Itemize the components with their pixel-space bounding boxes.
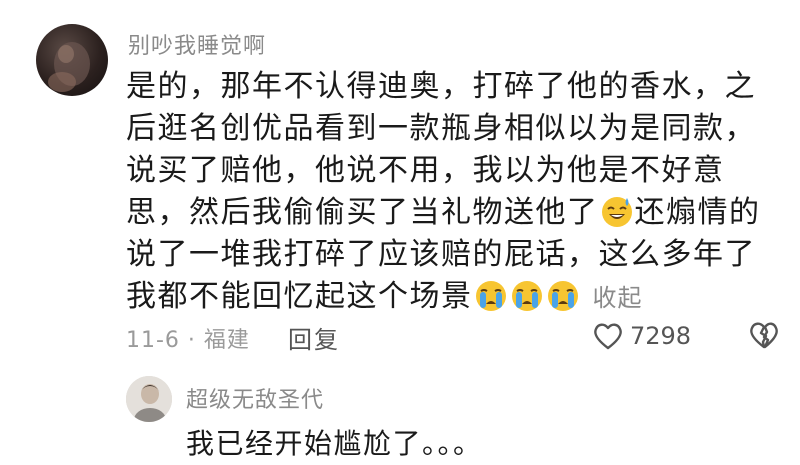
dislike-button[interactable]	[748, 320, 780, 350]
heart-outline-icon	[594, 323, 622, 350]
comment-line-text: 思，然后我偷偷买了当礼物送他了	[126, 195, 599, 230]
comment-line-with-emoji: 我都不能回忆起这个场景 收起	[126, 276, 776, 319]
reply-button[interactable]: 回复	[288, 320, 340, 355]
comment-line: 说买了赔他，他说不用，我以为他是不好意	[126, 153, 725, 188]
comment-line: 说了一堆我打碎了应该赔的屁话，这么多年了	[126, 237, 756, 272]
user-avatar-image	[126, 376, 172, 422]
avatar[interactable]	[126, 376, 172, 422]
comment-body: 是的，那年不认得迪奥，打碎了他的香水，之 后逛名创优品看到一款瓶身相似以为是同款…	[126, 66, 776, 319]
collapse-button[interactable]: 收起	[593, 284, 643, 312]
comment-line-text: 我都不能回忆起这个场景	[126, 279, 473, 314]
user-avatar-image	[48, 42, 90, 92]
comment-line-with-emoji: 思，然后我偷偷买了当礼物送他了 还煽情的	[126, 192, 776, 234]
comment-date-location: 11-6 · 福建	[126, 328, 250, 353]
reply-username[interactable]: 超级无敌圣代	[186, 382, 324, 414]
comment-username[interactable]: 别吵我睡觉啊	[128, 28, 266, 60]
comment-meta-row: 11-6 · 福建 回复 7298	[126, 318, 778, 355]
crying-emoji-icon	[474, 278, 508, 312]
broken-heart-icon	[750, 322, 778, 349]
crying-emoji-icon	[510, 278, 544, 312]
crying-emoji-icon	[546, 278, 580, 312]
like-count: 7298	[630, 322, 692, 350]
avatar[interactable]	[36, 24, 108, 96]
like-button[interactable]: 7298	[592, 318, 691, 354]
comment-line-text: 还煽情的	[634, 195, 761, 230]
comment-line: 是的，那年不认得迪奥，打碎了他的香水，之	[126, 69, 756, 104]
sweat-smile-emoji-icon	[600, 194, 634, 228]
comment-line: 后逛名创优品看到一款瓶身相似以为是同款，	[126, 111, 756, 146]
reply-body: 我已经开始尴尬了。。。	[186, 427, 483, 460]
